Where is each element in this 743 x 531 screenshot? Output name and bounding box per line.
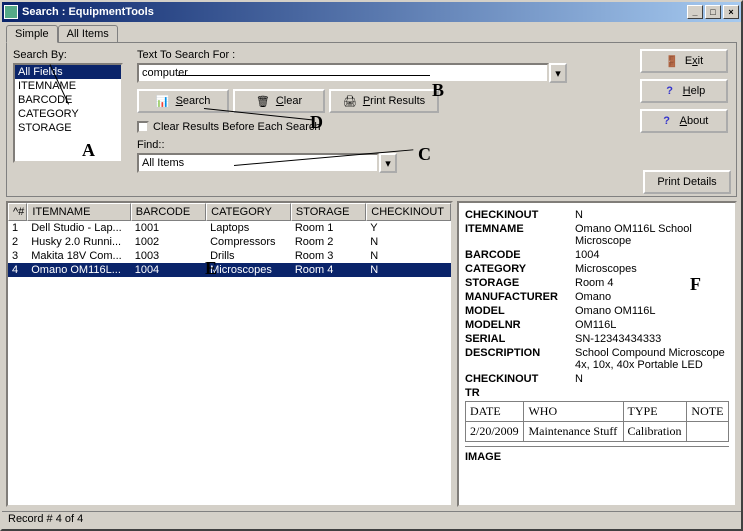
maximize-button[interactable]: □ — [705, 5, 721, 19]
searchtext-label: Text To Search For : — [137, 49, 567, 61]
col-storage[interactable]: STORAGE — [291, 203, 366, 221]
tab-simple[interactable]: Simple — [6, 25, 58, 43]
tab-strip: Simple All Items — [2, 22, 741, 42]
tr-row: 2/20/2009 Maintenance Stuff Calibration — [466, 422, 729, 442]
tr-col-type: TYPE — [623, 402, 687, 422]
image-label: IMAGE — [465, 451, 575, 463]
col-num[interactable]: ^# — [8, 203, 27, 221]
find-dropdown-button[interactable]: ▾ — [379, 153, 397, 173]
window-title: Search : EquipmentTools — [22, 6, 154, 18]
checkbox-box[interactable] — [137, 121, 149, 133]
searchby-item-storage[interactable]: STORAGE — [15, 121, 121, 135]
grid-header: ^# ITEMNAME BARCODE CATEGORY STORAGE CHE… — [8, 203, 451, 221]
help-button[interactable]: ?Help — [640, 79, 728, 103]
printer-icon: 🖨 — [343, 94, 357, 108]
door-icon: 🚪 — [665, 54, 679, 68]
window: Search : EquipmentTools _ □ × Simple All… — [0, 0, 743, 531]
searchby-list[interactable]: All Fields ITEMNAME BARCODE CATEGORY STO… — [13, 63, 123, 163]
find-combo[interactable] — [137, 153, 379, 173]
clear-button[interactable]: 🗑Clear — [233, 89, 325, 113]
clear-results-checkbox[interactable]: Clear Results Before Each Search — [137, 121, 567, 133]
detail-row: MANUFACTUREROmano — [465, 291, 729, 303]
detail-row: BARCODE1004 — [465, 249, 729, 261]
minimize-button[interactable]: _ — [687, 5, 703, 19]
col-barcode[interactable]: BARCODE — [131, 203, 206, 221]
detail-row: MODELNROM116L — [465, 319, 729, 331]
app-icon — [4, 5, 18, 19]
trash-icon: 🗑 — [256, 94, 270, 108]
detail-row: CATEGORYMicroscopes — [465, 263, 729, 275]
table-row[interactable]: 3Makita 18V Com...1003DrillsRoom 3N — [8, 249, 451, 263]
detail-row: CHECKINOUTN — [465, 209, 729, 221]
detail-row: MODELOmano OM116L — [465, 305, 729, 317]
status-bar: Record # 4 of 4 — [2, 511, 741, 529]
detail-row: SERIALSN-12343434333 — [465, 333, 729, 345]
col-checkinout[interactable]: CHECKINOUT — [366, 203, 451, 221]
help-icon: ? — [663, 84, 677, 98]
about-button[interactable]: ?About — [640, 109, 728, 133]
tr-col-who: WHO — [524, 402, 623, 422]
search-button[interactable]: 📊Search — [137, 89, 229, 113]
print-results-button[interactable]: 🖨Print Results — [329, 89, 439, 113]
searchby-item-category[interactable]: CATEGORY — [15, 107, 121, 121]
col-category[interactable]: CATEGORY — [206, 203, 291, 221]
detail-panel: CHECKINOUTN ITEMNAMEOmano OM116L School M… — [457, 201, 737, 507]
checkbox-label: Clear Results Before Each Search — [153, 121, 321, 133]
tr-col-date: DATE — [466, 402, 524, 422]
exit-button[interactable]: 🚪Exit — [640, 49, 728, 73]
print-details-button[interactable]: Print Details — [643, 170, 731, 194]
close-button[interactable]: × — [723, 5, 739, 19]
find-label: Find:: — [137, 139, 567, 151]
tr-table: DATE WHO TYPE NOTE 2/20/2009 Maintenance… — [465, 401, 729, 442]
searchby-item-itemname[interactable]: ITEMNAME — [15, 79, 121, 93]
search-dropdown-button[interactable]: ▾ — [549, 63, 567, 83]
table-row[interactable]: 2Husky 2.0 Runni...1002CompressorsRoom 2… — [8, 235, 451, 249]
searchby-item-barcode[interactable]: BARCODE — [15, 93, 121, 107]
tr-col-note: NOTE — [687, 402, 729, 422]
search-panel: Search By: All Fields ITEMNAME BARCODE C… — [6, 42, 737, 197]
search-icon: 📊 — [156, 94, 170, 108]
tr-label: TR — [465, 387, 575, 399]
col-itemname[interactable]: ITEMNAME — [27, 203, 130, 221]
titlebar: Search : EquipmentTools _ □ × — [2, 2, 741, 22]
about-icon: ? — [660, 114, 674, 128]
searchby-item-allfields[interactable]: All Fields — [15, 65, 121, 79]
table-row[interactable]: 1Dell Studio - Lap...1001LaptopsRoom 1Y — [8, 221, 451, 235]
detail-row: ITEMNAMEOmano OM116L School Microscope — [465, 223, 729, 247]
search-input[interactable] — [137, 63, 549, 83]
detail-row: DESCRIPTIONSchool Compound Microscope 4x… — [465, 347, 729, 371]
table-row[interactable]: 4Omano OM116L...1004MicroscopesRoom 4N — [8, 263, 451, 277]
results-grid[interactable]: ^# ITEMNAME BARCODE CATEGORY STORAGE CHE… — [6, 201, 453, 507]
detail-row: STORAGERoom 4 — [465, 277, 729, 289]
tab-all-items[interactable]: All Items — [58, 25, 118, 43]
detail-row: CHECKINOUTN — [465, 373, 729, 385]
